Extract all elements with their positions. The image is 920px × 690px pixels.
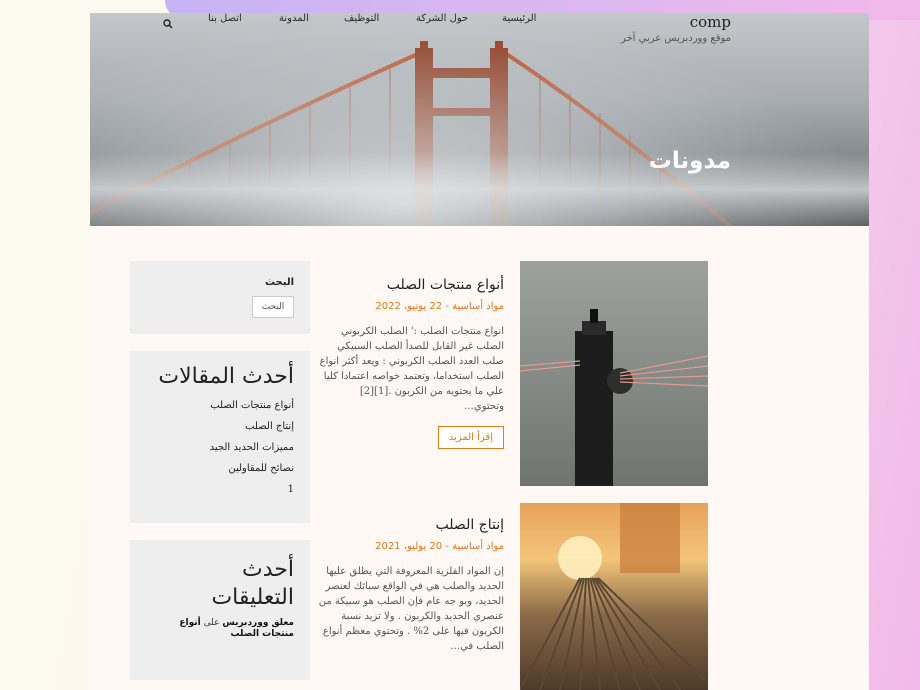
site-tagline: موقع ووردبريس عربي آخر <box>620 33 731 44</box>
post-thumbnail[interactable] <box>520 261 708 486</box>
post-category[interactable]: مواد أساسية <box>452 301 504 312</box>
search-widget-label: البحث <box>264 277 294 288</box>
recent-post-link[interactable]: 1 <box>288 484 294 495</box>
post-card: إنتاج الصلب مواد أساسية - 20 يوليو، 2021… <box>318 517 504 654</box>
read-more-button[interactable]: إقرأ المزيد <box>437 426 504 449</box>
recent-post-link[interactable]: مميزات الحديد الجيد <box>210 442 294 453</box>
post-excerpt: انواع منتجات الصلب :' الصلب الكربوني الص… <box>319 326 504 412</box>
recent-posts-list: أنواع منتجات الصلب إنتاج الصلب مميزات ال… <box>146 395 294 500</box>
post-date[interactable]: 20 يوليو، 2021 <box>375 541 442 552</box>
nav-item-blog[interactable]: المدونة <box>279 13 309 24</box>
site-page: اتصل بنا المدونة التوظيف حول الشركة الرئ… <box>90 13 869 690</box>
nav-item-about[interactable]: حول الشركة <box>416 13 468 24</box>
fog-overlay <box>90 13 869 226</box>
comment-author[interactable]: معلق ووردبريس <box>222 618 294 628</box>
search-button[interactable]: البحث <box>252 296 294 318</box>
recent-comments-widget: أحدث التعليقات معلق ووردبريس على أنواع م… <box>130 540 310 680</box>
list-item: أنواع منتجات الصلب <box>146 395 294 416</box>
recent-posts-widget: أحدث المقالات أنواع منتجات الصلب إنتاج ا… <box>130 351 310 523</box>
recent-post-link[interactable]: إنتاج الصلب <box>245 421 294 432</box>
main-content: أنواع منتجات الصلب مواد أساسية - 22 يوني… <box>90 239 869 690</box>
comment-on: على <box>203 618 220 628</box>
nav-search-icon[interactable] <box>163 14 173 29</box>
page-title: مدونات <box>648 148 731 174</box>
nav-item-home[interactable]: الرئيسية <box>502 13 536 24</box>
meta-separator: - <box>442 301 449 312</box>
recent-comment-item: معلق ووردبريس على أنواع منتجات الصلب <box>146 618 294 640</box>
site-title[interactable]: comp <box>621 13 731 31</box>
post-meta: مواد أساسية - 22 يونيو، 2022 <box>318 301 504 312</box>
list-item: نصائح للمقاولين <box>146 458 294 479</box>
post-card: أنواع منتجات الصلب مواد أساسية - 22 يوني… <box>318 277 504 449</box>
recent-post-link[interactable]: نصائح للمقاولين <box>228 463 294 474</box>
post-category[interactable]: مواد أساسية <box>452 541 504 552</box>
list-item: مميزات الحديد الجيد <box>146 437 294 458</box>
nav-item-careers[interactable]: التوظيف <box>344 13 379 24</box>
hero-banner: اتصل بنا المدونة التوظيف حول الشركة الرئ… <box>90 13 869 226</box>
recent-comments-title: أحدث التعليقات <box>211 557 294 610</box>
list-item: إنتاج الصلب <box>146 416 294 437</box>
post-meta: مواد أساسية - 20 يوليو، 2021 <box>318 541 504 552</box>
post-thumbnail[interactable] <box>520 503 708 690</box>
post-title[interactable]: أنواع منتجات الصلب <box>318 277 504 293</box>
post-excerpt: إن المواد الفلزية المعروفة التي يطلق علي… <box>318 566 504 652</box>
post-date[interactable]: 22 يونيو، 2022 <box>375 301 442 312</box>
site-branding: comp موقع ووردبريس عربي آخر <box>621 13 731 44</box>
recent-posts-title: أحدث المقالات <box>158 364 294 389</box>
recent-post-link[interactable]: أنواع منتجات الصلب <box>210 400 294 411</box>
search-widget: البحث البحث <box>130 261 310 334</box>
post-title[interactable]: إنتاج الصلب <box>318 517 504 533</box>
nav-item-contact[interactable]: اتصل بنا <box>208 13 242 24</box>
list-item: 1 <box>146 479 294 500</box>
meta-separator: - <box>442 541 449 552</box>
